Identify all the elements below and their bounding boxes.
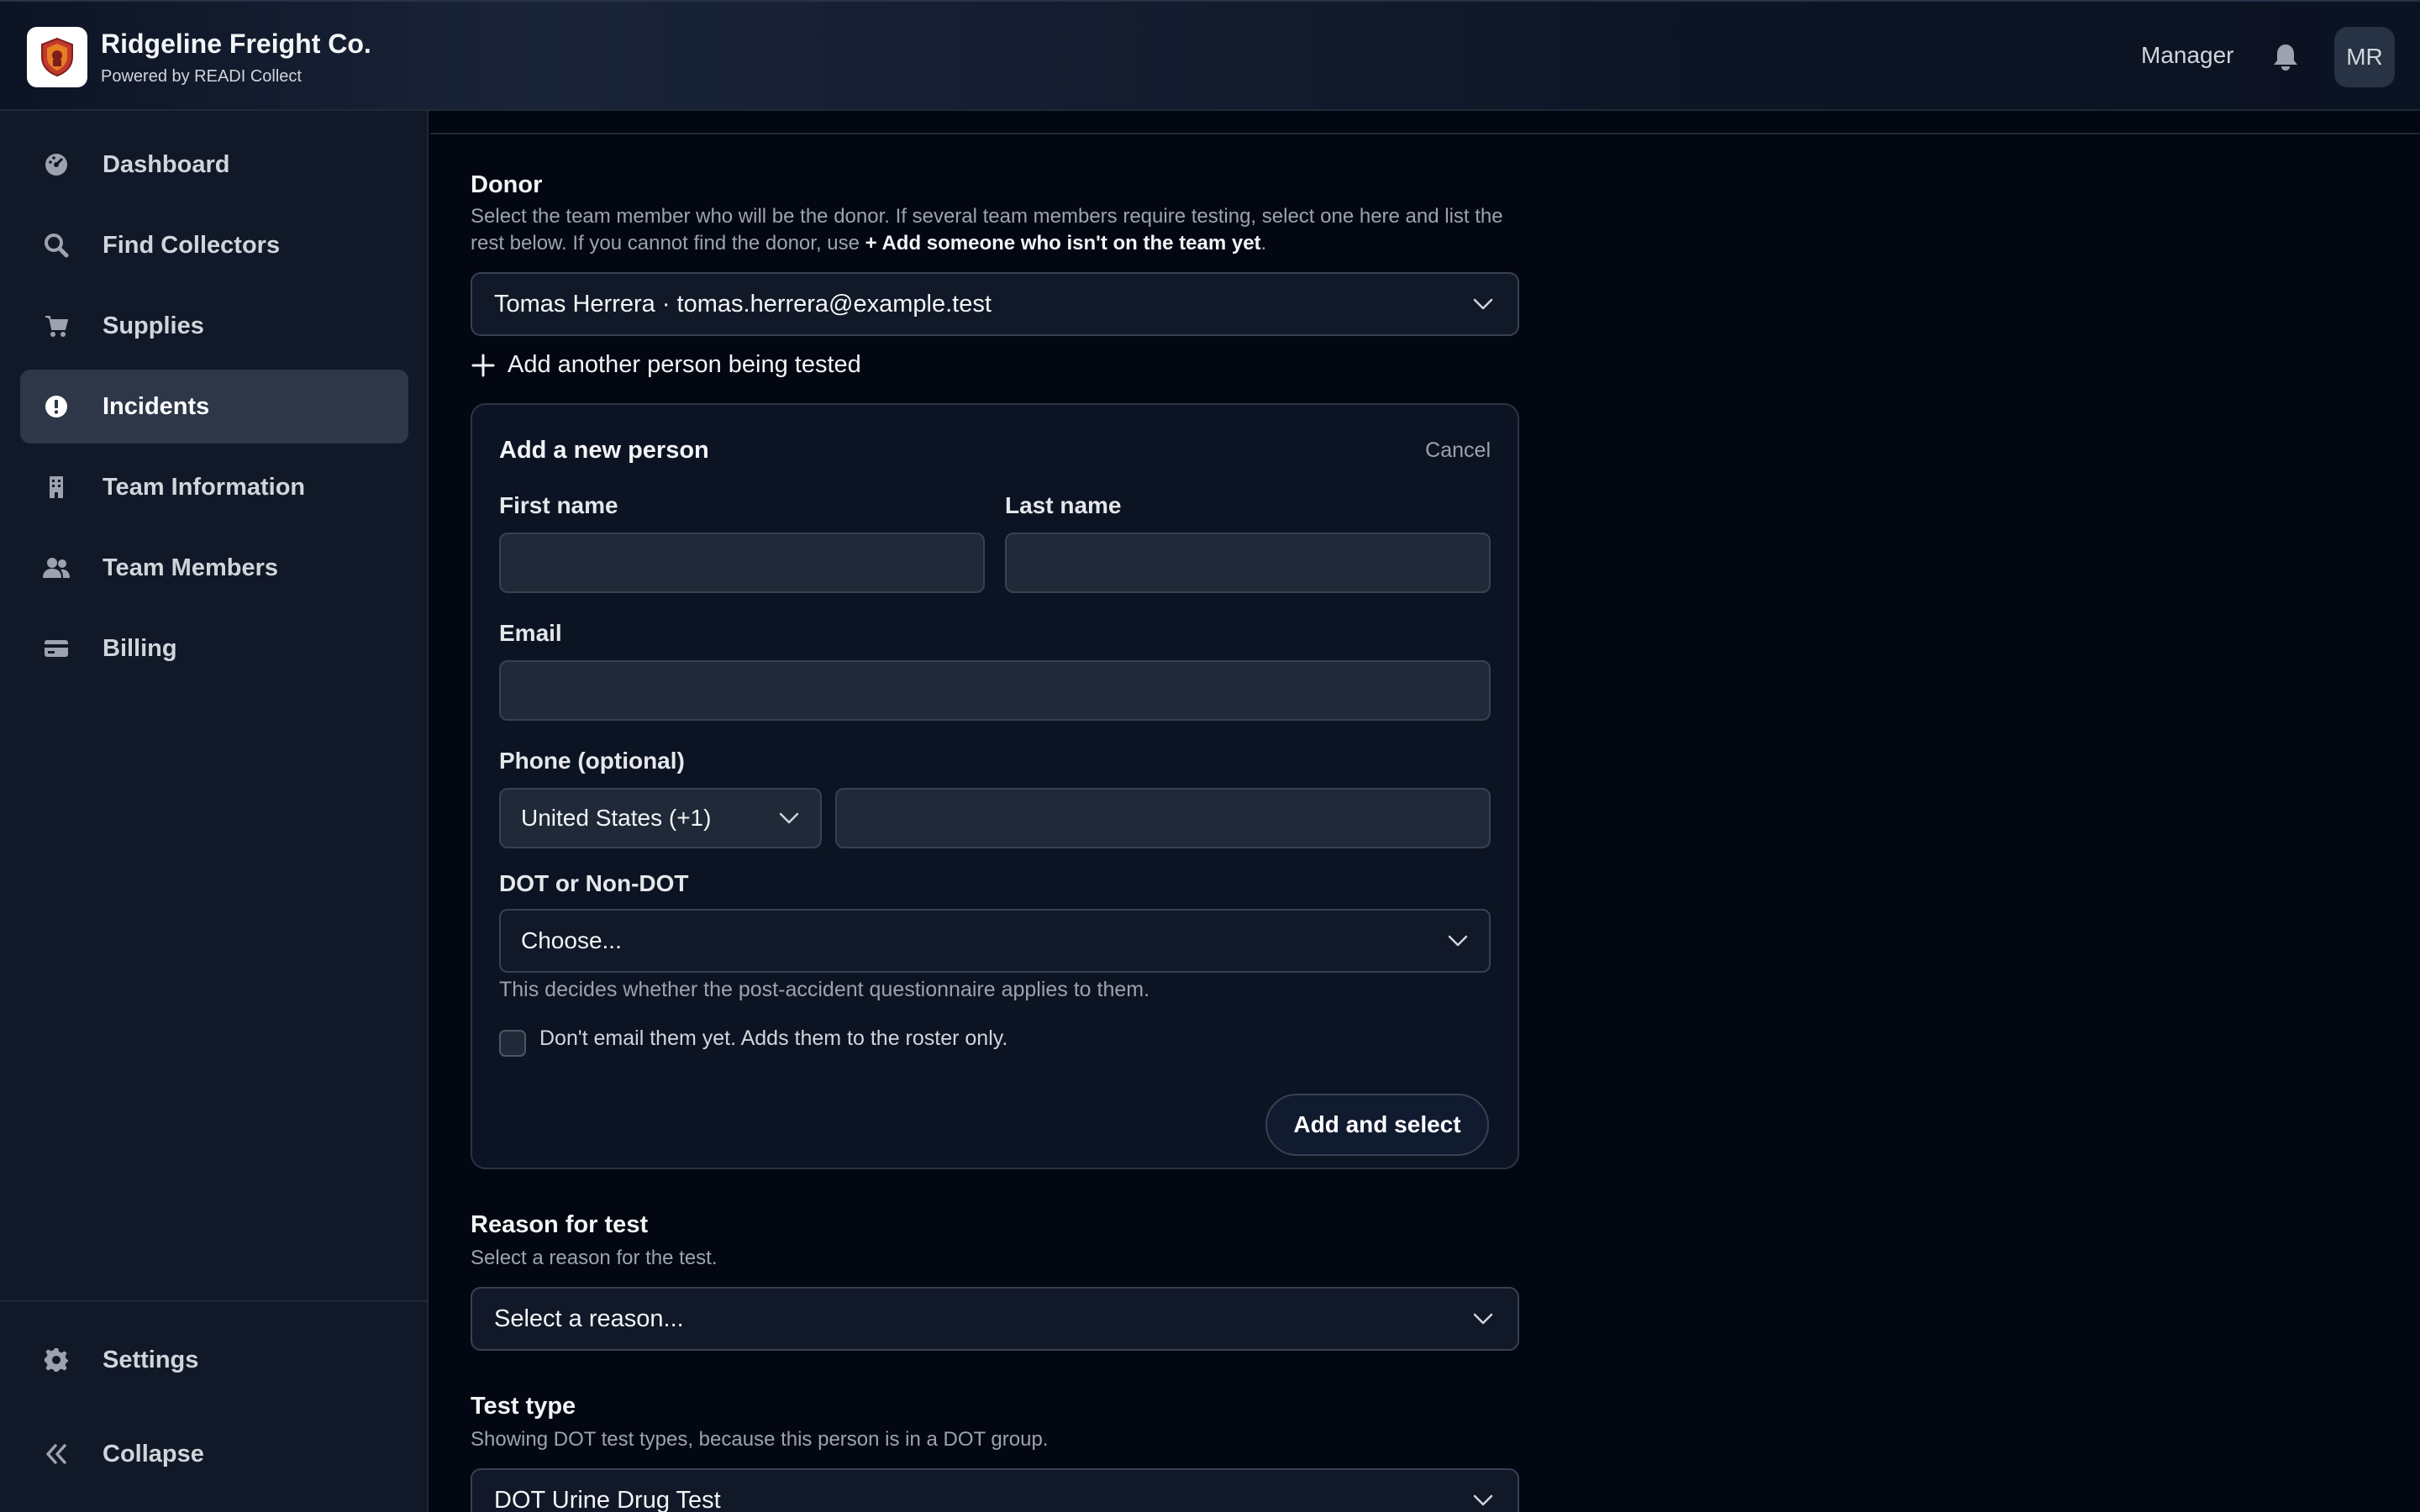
chevron-down-icon	[1473, 1494, 1493, 1506]
sidebar-item-billing[interactable]: Billing	[20, 612, 408, 685]
users-icon	[42, 554, 71, 582]
add-another-person-label: Add another person being tested	[508, 351, 861, 378]
shield-logo-icon[interactable]	[27, 27, 87, 87]
chevron-down-icon	[1473, 1313, 1493, 1325]
dot-select-value: Choose...	[521, 927, 622, 953]
phone-label: Phone (optional)	[499, 748, 685, 774]
last-name-label: Last name	[1005, 492, 1122, 518]
sidebar-item-label: Collapse	[103, 1440, 204, 1467]
first-name-label: First name	[499, 492, 618, 518]
chevron-down-icon	[779, 812, 799, 824]
sidebar-item-label: Incidents	[103, 392, 210, 420]
cancel-button[interactable]: Cancel	[1425, 438, 1491, 463]
donor-select-value: Tomas Herrera · tomas.herrera@example.te…	[494, 290, 992, 318]
reason-help: Select a reason for the test.	[471, 1247, 718, 1269]
sidebar-item-label: Find Collectors	[103, 231, 281, 259]
sidebar-item-team-information[interactable]: Team Information	[20, 450, 408, 524]
test-type-select-value: DOT Urine Drug Test	[494, 1486, 721, 1512]
cart-icon	[42, 312, 71, 340]
donor-help: Select the team member who will be the d…	[471, 203, 1529, 257]
main-content: Donor Select the team member who will be…	[430, 111, 2420, 1512]
last-name-input[interactable]	[1005, 533, 1491, 593]
sidebar-item-label: Supplies	[103, 312, 204, 339]
reason-select-value: Select a reason...	[494, 1305, 684, 1332]
sidebar-item-settings[interactable]: Settings	[20, 1323, 408, 1397]
dot-select[interactable]: Choose...	[499, 909, 1491, 973]
new-person-card: Add a new person Cancel First name Last …	[471, 403, 1519, 1169]
phone-country-select[interactable]: United States (+1)	[499, 788, 822, 848]
test-type-help: Showing DOT test types, because this per…	[471, 1428, 1049, 1451]
donor-help-end: .	[1260, 232, 1267, 255]
add-unlisted-donor-link[interactable]: + Add someone who isn't on the team yet	[865, 232, 1261, 255]
test-type-select[interactable]: DOT Urine Drug Test	[471, 1468, 1519, 1512]
sidebar-item-dashboard[interactable]: Dashboard	[20, 128, 408, 202]
first-name-input[interactable]	[499, 533, 985, 593]
reason-select[interactable]: Select a reason...	[471, 1287, 1519, 1351]
donor-select[interactable]: Tomas Herrera · tomas.herrera@example.te…	[471, 272, 1519, 336]
sidebar-item-find-collectors[interactable]: Find Collectors	[20, 208, 408, 282]
sidebar: Dashboard Find Collectors Supplies Incid…	[0, 111, 429, 1512]
sidebar-item-supplies[interactable]: Supplies	[20, 289, 408, 363]
reason-title: Reason for test	[471, 1211, 649, 1238]
gauge-icon	[42, 150, 71, 179]
sidebar-item-collapse[interactable]: Collapse	[20, 1417, 408, 1491]
add-another-person-button[interactable]: Add another person being tested	[471, 351, 861, 379]
add-and-select-button[interactable]: Add and select	[1265, 1094, 1489, 1156]
bell-icon[interactable]	[2269, 40, 2302, 74]
phone-country-value: United States (+1)	[521, 805, 712, 831]
sidebar-item-label: Billing	[103, 634, 177, 662]
chevron-down-icon	[1448, 935, 1468, 947]
new-person-title: Add a new person	[499, 437, 709, 464]
sidebar-item-label: Team Members	[103, 554, 278, 581]
app-title: Ridgeline Freight Co.	[101, 29, 371, 59]
sidebar-item-team-members[interactable]: Team Members	[20, 531, 408, 605]
email-field[interactable]	[499, 660, 1491, 721]
sidebar-item-label: Settings	[103, 1346, 199, 1373]
dont-email-checkbox[interactable]	[499, 1030, 526, 1057]
chevron-down-icon	[1473, 298, 1493, 310]
app-subtitle: Powered by READI Collect	[101, 67, 302, 86]
sidebar-divider	[0, 1300, 427, 1302]
phone-input[interactable]	[835, 788, 1491, 848]
card-icon	[42, 634, 71, 663]
sidebar-item-incidents[interactable]: Incidents	[20, 370, 408, 444]
divider	[430, 133, 2420, 134]
double-chevron-left-icon	[42, 1440, 71, 1468]
top-header: Ridgeline Freight Co. Powered by READI C…	[0, 0, 2420, 111]
test-type-title: Test type	[471, 1393, 576, 1420]
gear-icon	[42, 1346, 71, 1374]
plus-icon	[471, 354, 495, 376]
dot-hint: This decides whether the post-accident q…	[499, 978, 1150, 1001]
search-icon	[42, 231, 71, 260]
avatar[interactable]: MR	[2334, 27, 2395, 87]
dont-email-label[interactable]: Don't email them yet. Adds them to the r…	[539, 1026, 1007, 1051]
dot-label: DOT or Non-DOT	[499, 870, 689, 896]
donor-title: Donor	[471, 171, 543, 198]
role-label[interactable]: Manager	[2141, 42, 2234, 69]
email-label: Email	[499, 620, 562, 646]
sidebar-item-label: Dashboard	[103, 150, 230, 178]
building-icon	[42, 473, 71, 501]
sidebar-item-label: Team Information	[103, 473, 306, 501]
alert-icon	[42, 392, 71, 421]
